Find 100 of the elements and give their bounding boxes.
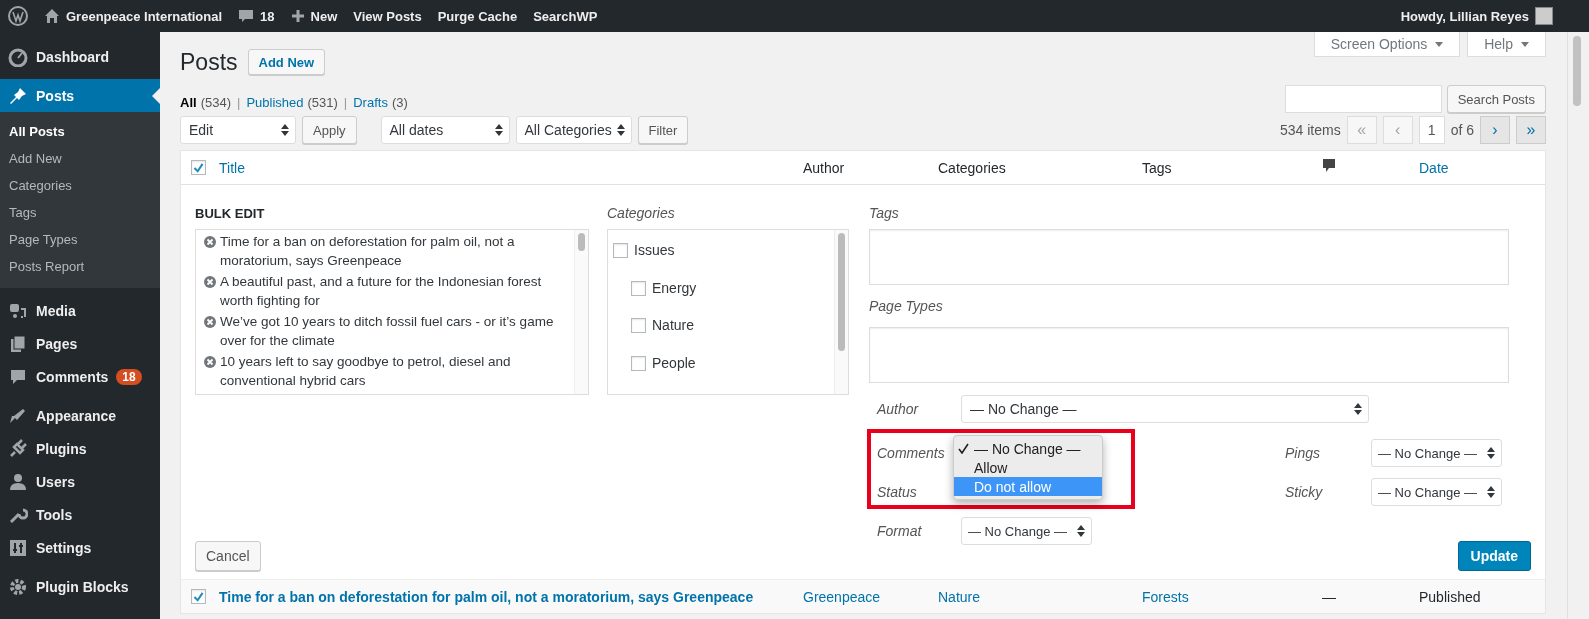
menu-label: Posts [36,87,75,104]
tags-field[interactable] [869,229,1509,285]
admin-bar-link[interactable]: View Posts [353,8,422,24]
column-header: Categories [938,159,1006,176]
sliders-icon [8,537,28,558]
category-checkbox[interactable] [613,243,628,259]
category-checkbox[interactable] [631,280,646,296]
menu-item[interactable]: Plugin Blocks [0,570,160,603]
remove-icon[interactable] [204,276,216,288]
date-filter-select[interactable]: All dates [380,116,510,144]
speech-bubble-icon [238,8,255,24]
menu-item[interactable]: Appearance [0,399,160,432]
post-title: 10 years left to say goodbye to petrol, diesel and conventional hybrid cars [220,353,512,390]
menu-item[interactable]: Pages [0,327,160,360]
post-title: Time for a ban on deforestation for palm oil, not a moratorium, says Greenpeace [220,233,516,270]
separator: | [237,95,241,110]
view-link[interactable]: Drafts [353,95,388,110]
remove-icon[interactable] [204,316,216,328]
select-arrows-icon [1077,525,1085,537]
menu-label: Comments [36,368,109,385]
check-icon [958,442,969,454]
apply-button[interactable]: Apply [302,116,357,144]
search-field[interactable] [1284,85,1442,113]
field-label: Categories [607,204,676,223]
screen-meta-tab[interactable]: Help [1467,32,1546,57]
field-label: Page Types [869,297,944,316]
menu-item[interactable]: Posts [0,79,160,112]
scrollbar[interactable] [574,230,588,394]
menu-item[interactable]: Dashboard [0,40,160,73]
tag-link[interactable]: Forests [1142,588,1189,605]
menu-label: Media [36,302,76,319]
view-count: (531) [307,95,338,110]
post-title: We’ve got 10 years to ditch fossil fuel cars - or it’s game over for the climate [220,313,555,350]
menu-item[interactable]: Tools [0,498,160,531]
submenu-item[interactable]: Tags [0,199,160,226]
menu-item[interactable]: Comments 18 [0,360,160,393]
post-title-link[interactable]: Time for a ban on deforestation for palm oil, not a moratorium, says Greenpeace [219,588,754,605]
plus-icon [290,9,305,23]
sticky-select[interactable]: — No Change — [1371,478,1502,506]
category-checkbox[interactable] [631,355,646,371]
menu-label: Settings [36,539,92,556]
speech-bubble-icon[interactable] [1322,158,1336,174]
author-select[interactable]: — No Change — [961,395,1369,423]
field-label: Comments [876,445,946,461]
remove-icon[interactable] [204,356,216,368]
view-link[interactable]: All [180,95,197,110]
field-label: Sticky [1285,484,1324,500]
admin-bar-link[interactable]: Purge Cache [437,8,518,24]
page-types-field[interactable] [869,327,1509,383]
wordpress-logo-icon[interactable] [8,6,28,26]
avatar-icon[interactable] [1535,7,1553,25]
comment-count: — [1322,588,1336,605]
view-link[interactable]: Published [246,95,304,110]
category-label: Nature [652,316,695,336]
category-filter-select[interactable]: All Categories [515,116,632,144]
dropdown-option[interactable]: Allow [954,458,1102,477]
select-arrows-icon [1354,403,1362,415]
plug-icon [8,438,28,459]
bulk-edit-title: BULK EDIT [195,204,266,223]
pagination-button[interactable]: » [1516,116,1546,144]
page-number-field[interactable]: 1 [1418,116,1445,144]
category-link[interactable]: Nature [938,588,981,605]
remove-icon[interactable] [204,236,216,248]
pings-select[interactable]: — No Change — [1371,439,1502,467]
submenu-item[interactable]: Categories [0,172,160,199]
row-checkbox[interactable] [191,589,206,604]
format-select[interactable]: — No Change — [961,517,1092,545]
bulk-action-select[interactable]: Edit [180,116,296,144]
submenu-item[interactable]: Page Types [0,226,160,253]
menu-item[interactable]: Plugins [0,432,160,465]
submenu-item[interactable]: All Posts [0,118,160,145]
dropdown-option[interactable]: — No Change — [954,439,1102,458]
search-button[interactable]: Search Posts [1446,85,1546,113]
update-button[interactable]: Update [1457,541,1531,571]
cancel-button[interactable]: Cancel [195,541,261,571]
screen-meta-tab[interactable]: Screen Options [1313,32,1461,57]
menu-label: Plugins [36,440,87,457]
column-header[interactable]: Title [219,159,245,176]
column-header: Tags [1142,159,1172,176]
author-link[interactable]: Greenpeace [803,588,881,605]
comments-count-link[interactable]: 18 [260,8,275,24]
scrollbar[interactable] [834,230,848,394]
pagination-button[interactable]: › [1480,116,1510,144]
new-link[interactable]: New [310,8,338,24]
menu-item[interactable]: Users [0,465,160,498]
gauge-icon [8,46,28,67]
admin-bar-link[interactable]: SearchWP [533,8,598,24]
filter-button[interactable]: Filter [637,116,689,144]
menu-item[interactable]: Settings [0,531,160,564]
column-header[interactable]: Date [1419,159,1449,176]
select-all-checkbox[interactable] [191,160,206,175]
submenu-item[interactable]: Add New [0,145,160,172]
submenu-item[interactable]: Posts Report [0,253,160,280]
add-new-button[interactable]: Add New [247,49,326,75]
category-checkbox[interactable] [631,318,646,334]
site-name-link[interactable]: Greenpeace International [66,8,223,24]
menu-label: Tools [36,506,73,523]
select-arrows-icon [1487,447,1495,459]
account-link[interactable]: Howdy, Lillian Reyes [1400,8,1529,24]
menu-item[interactable]: Media [0,294,160,327]
